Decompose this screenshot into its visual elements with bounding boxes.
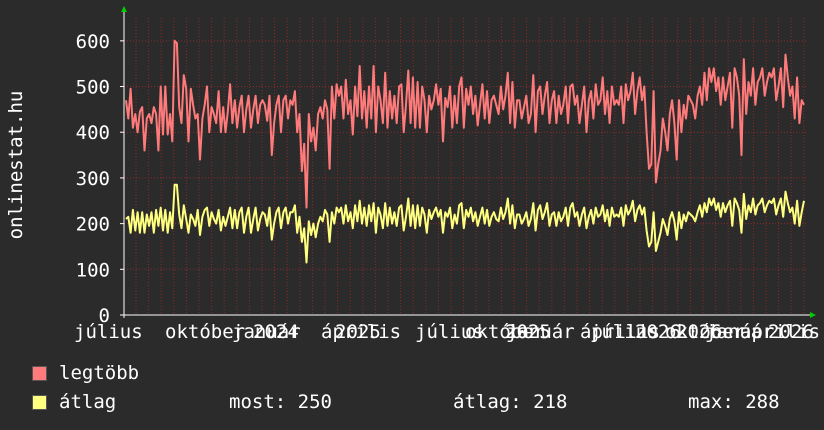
stat-max: max: 288 [688,391,780,413]
stat-atlag-value: 218 [533,391,568,413]
axes [121,6,816,318]
stat-most-label: most: [229,391,287,413]
series-line-atlag [125,183,805,264]
y-tick-label: 300 [76,168,110,190]
grid [124,18,808,315]
x-tick-label: 2025 [335,321,381,343]
stat-max-value: 288 [745,391,780,413]
y-axis-arrow [121,6,127,12]
y-tick-label: 200 [76,214,110,236]
y-axis-ticks: 0100200300400500600 [76,31,124,327]
legend-label-legtobb: legtöbb [59,362,140,384]
legtobb-swatch [32,365,47,381]
legend-item-atlag: átlag [32,391,116,413]
series-layer [125,39,805,264]
x-tick-label: 2026 [768,321,814,343]
y-tick-label: 500 [76,77,110,99]
x-tick-label: január [506,321,575,343]
atlag-swatch [32,394,47,410]
y-tick-label: 400 [76,122,110,144]
stat-atlag: átlag: 218 [453,391,567,413]
y-axis-label: onlinestat.hu [5,91,27,240]
stat-max-label: max: [688,391,734,413]
y-tick-label: 100 [76,259,110,281]
legend-item-legtobb: legtöbb [32,362,139,384]
chart: 0100200300400500600 július október 2024jan… [5,6,820,343]
x-tick-label: július [590,321,659,343]
stat-most-value: 250 [297,391,332,413]
x-tick-label: július [74,321,143,343]
x-axis-ticks: július október 2024január április2025 július… [74,321,820,343]
legend-label-atlag: átlag [59,391,117,413]
stat-atlag-label: átlag: [453,391,522,413]
y-tick-label: 600 [76,31,110,53]
stat-most: most: 250 [229,391,332,413]
series-line-legtobb [125,39,805,209]
x-tick-label: január [232,321,301,343]
x-axis-arrow [810,312,816,318]
